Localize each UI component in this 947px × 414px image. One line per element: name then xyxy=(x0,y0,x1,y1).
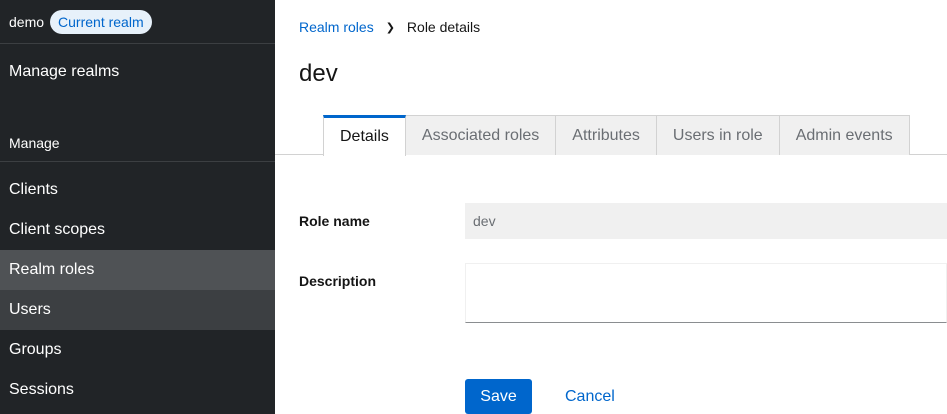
current-realm-badge: Current realm xyxy=(50,9,152,34)
manage-realms-link[interactable]: Manage realms xyxy=(0,44,275,100)
main-content: Realm roles ❯ Role details dev Details A… xyxy=(275,0,947,414)
tab-associated-roles[interactable]: Associated roles xyxy=(405,115,557,155)
tab-details[interactable]: Details xyxy=(323,115,406,156)
breadcrumb-realm-roles-link[interactable]: Realm roles xyxy=(299,19,374,35)
tab-admin-events[interactable]: Admin events xyxy=(779,115,910,155)
description-label: Description xyxy=(299,273,377,289)
sidebar-item-groups[interactable]: Groups xyxy=(0,330,275,370)
sidebar-item-client-scopes[interactable]: Client scopes xyxy=(0,210,275,250)
sidebar: demo Current realm Manage realms Manage … xyxy=(0,0,275,414)
sidebar-item-clients[interactable]: Clients xyxy=(0,170,275,210)
section-title-manage: Manage xyxy=(0,124,275,162)
cancel-button[interactable]: Cancel xyxy=(565,379,615,414)
sidebar-nav: Clients Client scopes Realm roles Users … xyxy=(0,170,275,410)
tab-users-in-role[interactable]: Users in role xyxy=(656,115,780,155)
role-name-label: Role name xyxy=(299,213,370,229)
realm-selector[interactable]: demo Current realm xyxy=(0,0,275,44)
sidebar-item-realm-roles[interactable]: Realm roles xyxy=(0,250,275,290)
breadcrumb-current: Role details xyxy=(406,19,481,35)
breadcrumb: Realm roles ❯ Role details xyxy=(299,19,480,35)
save-button[interactable]: Save xyxy=(465,379,532,414)
tab-attributes[interactable]: Attributes xyxy=(556,115,657,155)
chevron-right-icon: ❯ xyxy=(385,21,395,34)
role-name-field[interactable]: dev xyxy=(465,203,947,239)
description-textarea[interactable] xyxy=(465,263,947,323)
sidebar-item-users[interactable]: Users xyxy=(0,290,275,330)
realm-name: demo xyxy=(9,13,45,30)
sidebar-item-sessions[interactable]: Sessions xyxy=(0,370,275,410)
tab-bar: Details Associated roles Attributes User… xyxy=(323,115,910,156)
page-title: dev xyxy=(299,60,338,87)
